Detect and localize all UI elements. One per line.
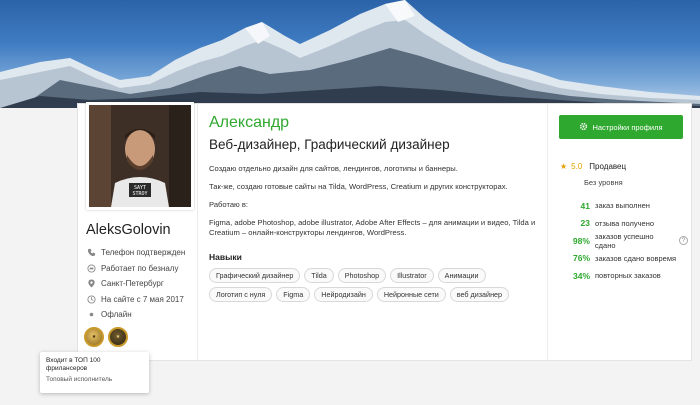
rating-value: 5.0: [571, 162, 583, 171]
avatar[interactable]: SAYT STROY: [86, 102, 194, 210]
phone-icon: [86, 248, 96, 258]
profile-name: Александр: [209, 114, 290, 131]
info-item-payment: Работает по безналу: [86, 261, 185, 277]
skill-tag[interactable]: Нейронные сети: [376, 287, 446, 302]
seller-rating: ★ 5.0 Продавец: [560, 162, 626, 171]
card-icon: [86, 263, 96, 273]
stat-row: 76% заказов сдано вовремя: [558, 250, 688, 268]
stat-row: 41 заказ выполнен: [558, 197, 688, 215]
info-payment-text: Работает по безналу: [101, 263, 179, 273]
gear-icon: [579, 122, 588, 133]
skill-tag[interactable]: Логотип с нуля: [209, 287, 273, 302]
profile-card: SAYT STROY AleksGolovin Телефон подтверж…: [77, 102, 692, 361]
profile-about: Создаю отдельно дизайн для сайтов, ленди…: [209, 164, 539, 238]
skills-tags: Графический дизайнер Tilda Photoshop Ill…: [209, 268, 519, 302]
top-performer-badge[interactable]: ★: [108, 327, 128, 347]
badge-tooltip: Входит в ТОП 100 фрилансеров Топовый исп…: [40, 352, 149, 393]
about-line-3: Работаю в:: [209, 200, 249, 209]
profile-settings-label: Настройки профиля: [592, 122, 663, 132]
stat-value: 41: [580, 200, 590, 211]
about-line-1: Создаю отдельно дизайн для сайтов, ленди…: [209, 164, 458, 173]
profile-settings-button[interactable]: Настройки профиля: [559, 115, 683, 139]
mountains-illustration: [0, 0, 700, 108]
stat-label: повторных заказов: [595, 271, 661, 281]
seller-role: Продавец: [589, 162, 627, 171]
stat-value: 76%: [572, 253, 590, 264]
stat-value: 98%: [572, 235, 590, 246]
skill-tag[interactable]: Illustrator: [390, 268, 434, 283]
info-since-text: На сайте с 7 мая 2017: [101, 294, 184, 304]
profile-stats-panel: Настройки профиля ★ 5.0 Продавец Без уро…: [547, 104, 692, 360]
stat-row: 98% заказов успешно сдано ?: [558, 232, 688, 250]
info-item-status: Офлайн: [86, 307, 185, 323]
stat-label: отзыва получено: [595, 218, 655, 228]
username: AleksGolovin: [86, 222, 171, 238]
skill-tag[interactable]: Figma: [276, 287, 311, 302]
profile-sidebar: SAYT STROY AleksGolovin Телефон подтверж…: [78, 102, 198, 360]
help-icon[interactable]: ?: [679, 236, 688, 246]
seller-level: Без уровня: [584, 178, 623, 187]
tooltip-title: Входит в ТОП 100 фрилансеров: [46, 357, 101, 372]
location-icon: [86, 279, 96, 289]
stat-value: 23: [580, 218, 590, 229]
badges: ★ ★: [84, 327, 128, 347]
info-list: Телефон подтвержден Работает по безналу …: [86, 245, 185, 323]
profile-profession: Веб-дизайнер, Графический дизайнер: [209, 137, 450, 152]
info-status-text: Офлайн: [101, 310, 132, 320]
stats-list: 41 заказ выполнен 23 отзыва получено 98%…: [558, 197, 688, 285]
skill-tag[interactable]: Анимации: [437, 268, 486, 283]
stat-label: заказов успешно сдано: [594, 231, 654, 250]
info-item-since: На сайте с 7 мая 2017: [86, 292, 185, 308]
tooltip-subtitle: Топовый исполнитель: [46, 376, 113, 383]
top-100-badge[interactable]: ★: [84, 327, 104, 347]
info-location-text: Санкт-Петербург: [101, 279, 164, 289]
profile-main: Александр Веб-дизайнер, Графический диза…: [209, 114, 539, 302]
clock-icon: [86, 294, 96, 304]
about-line-2: Так-же, создаю готовые сайты на Tilda, W…: [209, 182, 508, 191]
skill-tag[interactable]: веб дизайнер: [449, 287, 510, 302]
info-item-phone: Телефон подтвержден: [86, 245, 185, 261]
skill-tag[interactable]: Photoshop: [337, 268, 387, 283]
star-icon: ★: [560, 162, 568, 171]
skill-tag[interactable]: Графический дизайнер: [209, 268, 301, 283]
stat-row: 34% повторных заказов: [558, 267, 688, 285]
skills-title: Навыки: [209, 252, 242, 262]
stat-value: 34%: [572, 270, 590, 281]
stat-row: 23 отзыва получено: [558, 215, 688, 233]
about-line-4: Figma, adobe Photoshop, adobe illustrato…: [209, 218, 536, 237]
cover-image: [0, 0, 700, 108]
stat-label: заказов сдано вовремя: [595, 253, 677, 263]
shirt-text-2: STROY: [132, 191, 147, 197]
skill-tag[interactable]: Нейродизайн: [314, 287, 373, 302]
skill-tag[interactable]: Tilda: [304, 268, 334, 283]
status-dot-icon: [86, 310, 96, 320]
info-phone-text: Телефон подтвержден: [101, 248, 186, 258]
stat-label: заказ выполнен: [595, 201, 650, 211]
avatar-photo: SAYT STROY: [89, 105, 191, 207]
info-item-location: Санкт-Петербург: [86, 276, 185, 292]
